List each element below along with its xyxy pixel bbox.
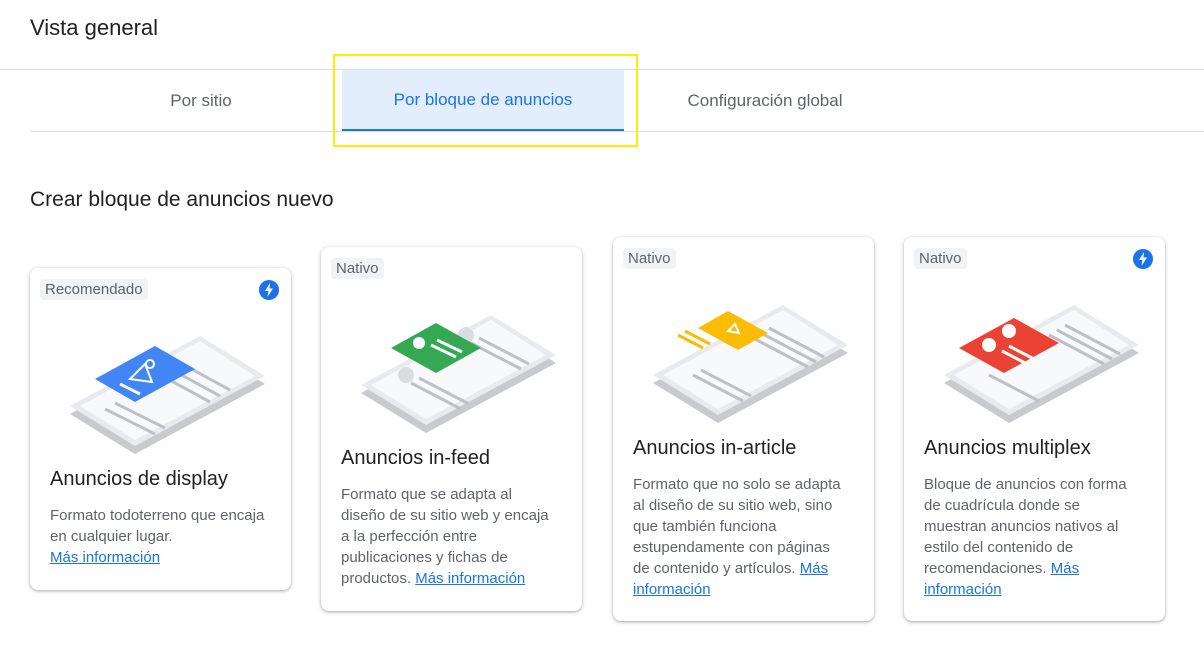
in-article-ad-illustration-icon xyxy=(653,305,848,423)
display-ad-illustration-icon xyxy=(70,336,265,454)
card-title: Anuncios in-article xyxy=(633,437,797,459)
card-description-text: Bloque de anuncios con forma de cuadrícu… xyxy=(924,476,1127,577)
section-title: Crear bloque de anuncios nuevo xyxy=(30,188,334,211)
badge-native: Nativo xyxy=(914,248,967,269)
card-multiplex-ads[interactable]: Nativo Anuncios multiplex Bloque de anun… xyxy=(904,237,1165,621)
card-title: Anuncios multiplex xyxy=(924,437,1091,459)
tab-por-bloque-de-anuncios[interactable]: Por bloque de anuncios xyxy=(342,70,624,131)
card-in-feed-ads[interactable]: Nativo Anuncios in-feed Formato que se a… xyxy=(321,247,582,611)
card-title: Anuncios de display xyxy=(50,468,228,490)
card-in-article-ads[interactable]: Nativo Anuncios in-article Formato que n… xyxy=(613,237,874,621)
card-description: Formato todoterreno que encaja en cualqu… xyxy=(50,505,265,568)
card-description: Formato que se adapta al diseño de su si… xyxy=(341,484,556,589)
bolt-icon xyxy=(259,280,279,300)
card-display-ads[interactable]: Recomendado Anuncios de display Formato … xyxy=(30,268,291,590)
badge-native: Nativo xyxy=(623,248,676,269)
more-info-link[interactable]: Más información xyxy=(50,549,160,566)
tab-bar: Por sitio Por bloque de anuncios Configu… xyxy=(30,70,1204,132)
card-description-text: Formato todoterreno que encaja en cualqu… xyxy=(50,507,265,545)
card-description: Formato que no solo se adapta al diseño … xyxy=(633,474,848,600)
card-description: Bloque de anuncios con forma de cuadrícu… xyxy=(924,474,1139,600)
card-title: Anuncios in-feed xyxy=(341,447,490,469)
multiplex-ad-illustration-icon xyxy=(944,305,1139,423)
in-feed-ad-illustration-icon xyxy=(361,315,556,433)
page-title: Vista general xyxy=(30,15,159,40)
badge-native: Nativo xyxy=(331,258,384,279)
more-info-link[interactable]: Más información xyxy=(415,570,525,587)
badge-recommended: Recomendado xyxy=(40,279,148,300)
bolt-icon xyxy=(1133,249,1153,269)
tab-por-sitio[interactable]: Por sitio xyxy=(60,70,342,131)
tab-configuracion-global[interactable]: Configuración global xyxy=(624,70,906,131)
